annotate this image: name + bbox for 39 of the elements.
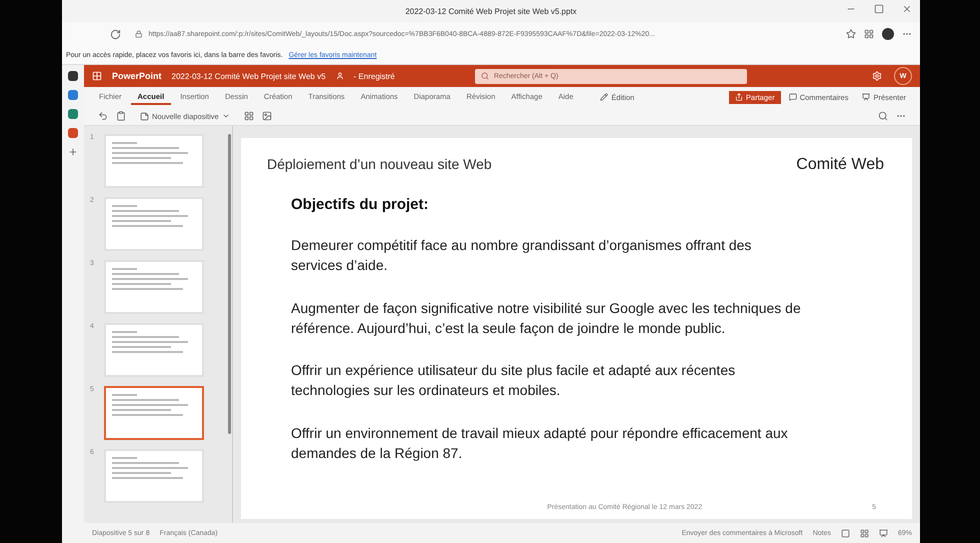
layout-icon[interactable] [244, 111, 254, 121]
picture-icon[interactable] [262, 111, 272, 121]
scrollbar[interactable] [228, 134, 231, 434]
presentation-icon [862, 93, 870, 101]
tab-title[interactable]: 2022-03-12 Comité Web Projet site Web v5.pptx [405, 6, 577, 16]
settings-icon[interactable] [872, 71, 882, 81]
caret-icon [222, 112, 230, 120]
slide-heading: Objectifs du projet: [291, 196, 430, 213]
app-name[interactable]: PowerPoint [112, 71, 162, 81]
clipboard-icon[interactable] [116, 111, 126, 121]
undo-icon[interactable] [98, 111, 108, 121]
person-icon [336, 72, 344, 80]
find-icon[interactable] [878, 111, 888, 121]
pencil-icon [600, 93, 608, 101]
refresh-icon[interactable] [110, 28, 121, 40]
collections-icon[interactable] [864, 29, 874, 39]
app-launcher-icon[interactable] [92, 71, 102, 81]
search-icon [480, 72, 489, 80]
maximize-icon[interactable] [874, 4, 884, 14]
slide-header: Comité Web [796, 156, 884, 174]
save-status: - Enregistré [354, 72, 395, 80]
slide-paragraph: Offrir un environnement de travail mieux adapté pour répondre efficacement aux demandes de la Région 87. [291, 424, 789, 464]
slide-thumbnail[interactable] [104, 386, 204, 440]
close-icon[interactable] [902, 4, 912, 14]
sorter-view-icon[interactable] [860, 528, 869, 538]
reading-view-icon[interactable] [878, 528, 888, 538]
profile-avatar[interactable] [882, 28, 894, 40]
favorite-icon[interactable] [846, 29, 856, 39]
add-icon[interactable] [68, 147, 78, 157]
share-icon [734, 93, 743, 101]
slide-subtitle: Déploiement d’un nouveau site Web [267, 156, 492, 172]
slide-icon [140, 112, 149, 120]
document-title[interactable]: 2022-03-12 Comité Web Projet site Web v5 [172, 72, 326, 80]
lock-icon [135, 30, 142, 38]
slide-paragraph: Demeurer compétitif face au nombre grandissant d’organismes offrant des services d’aide. [291, 236, 752, 276]
slide-paragraph: Augmenter de façon significative notre visibilité sur Google avec les techniques de référence. Aujourd’hui, c’est la seule façon de joindre le monde public. [291, 298, 801, 338]
slide-paragraph: Offrir un expérience utilisateur du site plus facile et adapté aux récentes technologies sur les ordinateurs et mobiles. [291, 361, 736, 400]
normal-view-icon[interactable] [840, 528, 850, 538]
comment-icon [788, 93, 797, 101]
